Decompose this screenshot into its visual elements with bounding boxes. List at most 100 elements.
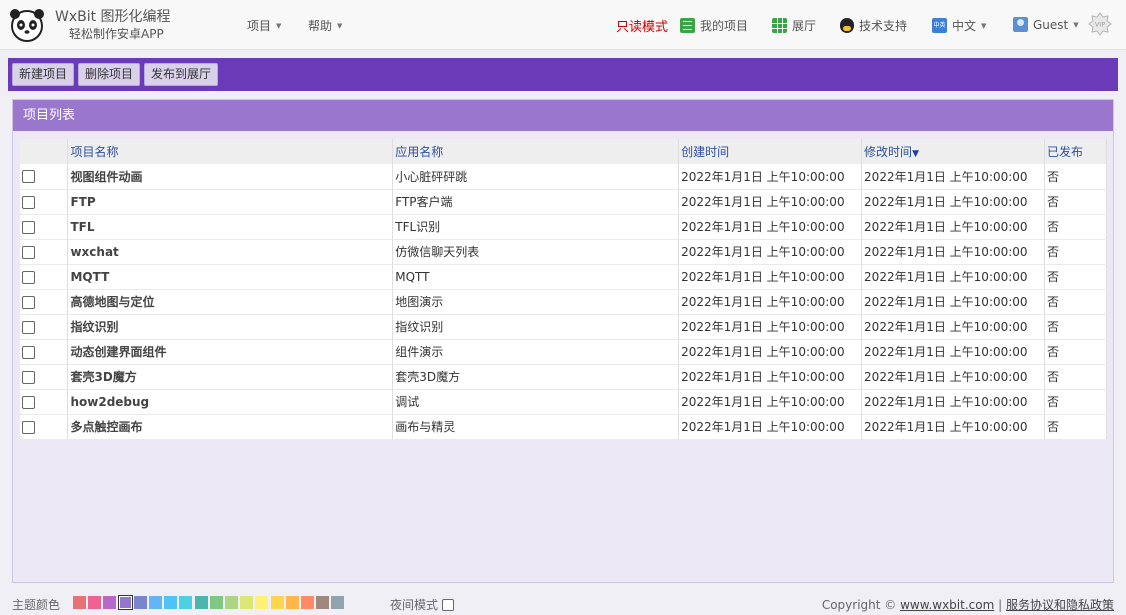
site-link[interactable]: www.wxbit.com (900, 598, 994, 612)
project-name-cell[interactable]: 多点触控画布 (67, 414, 394, 440)
row-checkbox[interactable] (22, 320, 35, 334)
brand-title: WxBit 图形化编程 (55, 9, 171, 25)
user-label: Guest (1033, 17, 1069, 32)
app-name-cell: 组件演示 (392, 339, 680, 365)
night-mode-toggle[interactable]: 夜间模式 (390, 596, 455, 613)
nav-my-projects[interactable]: 我的项目 (680, 17, 748, 34)
theme-swatch[interactable] (179, 596, 193, 609)
table-row[interactable]: 多点触控画布 画布与精灵 2022年1月1日 上午10:00:00 2022年1月1日… (20, 414, 1107, 440)
column-header-created[interactable]: 创建时间 (678, 139, 863, 164)
nav-support[interactable]: 技术支持 (840, 17, 907, 34)
modified-cell: 2022年1月1日 上午10:00:00 (861, 414, 1046, 440)
column-header-label: 修改时间 (864, 145, 913, 159)
row-checkbox[interactable] (22, 220, 35, 234)
theme-swatch[interactable] (149, 596, 162, 609)
row-checkbox[interactable] (22, 170, 35, 184)
theme-swatch[interactable] (117, 595, 133, 610)
published-cell: 否 (1044, 264, 1107, 290)
row-checkbox[interactable] (22, 370, 35, 384)
row-checkbox[interactable] (22, 195, 35, 209)
list-icon (680, 18, 695, 33)
modified-cell: 2022年1月1日 上午10:00:00 (861, 164, 1046, 190)
delete-project-button[interactable]: 删除项目 (78, 63, 141, 86)
project-name-cell[interactable]: 指纹识别 (67, 314, 394, 340)
app-name-cell: 套壳3D魔方 (392, 364, 680, 390)
theme-swatch[interactable] (194, 596, 208, 609)
table-row[interactable]: 动态创建界面组件 组件演示 2022年1月1日 上午10:00:00 2022年1月1… (20, 339, 1107, 365)
table-row[interactable]: TFL TFL识别 2022年1月1日 上午10:00:00 2022年1月1日 上午… (20, 214, 1107, 240)
theme-swatch[interactable] (301, 596, 314, 609)
project-name-cell[interactable]: 套壳3D魔方 (67, 364, 394, 390)
project-name-cell[interactable]: FTP (67, 189, 394, 215)
caret-down-icon: ▼ (337, 21, 343, 30)
theme-swatch[interactable] (73, 596, 86, 609)
modified-cell: 2022年1月1日 上午10:00:00 (861, 364, 1046, 390)
publish-to-gallery-button[interactable]: 发布到展厅 (144, 63, 219, 86)
nav-user[interactable]: Guest ▼ (1013, 17, 1079, 32)
column-header-label: 应用名称 (395, 145, 444, 159)
created-cell: 2022年1月1日 上午10:00:00 (678, 389, 863, 415)
column-header-project-name[interactable]: 项目名称 (67, 139, 394, 164)
table-row[interactable]: 视图组件动画 小心脏砰砰跳 2022年1月1日 上午10:00:00 2022年1月1… (20, 164, 1107, 190)
theme-swatch[interactable] (103, 596, 117, 609)
table-row[interactable]: how2debug 调试 2022年1月1日 上午10:00:00 2022年1月1日… (20, 389, 1107, 415)
nav-help-menu[interactable]: 帮助 ▼ (308, 17, 342, 34)
nav-project-label: 项目 (247, 19, 272, 33)
terms-link[interactable]: 服务协议和隐私政策 (1006, 598, 1114, 612)
project-name-cell[interactable]: TFL (67, 214, 394, 240)
row-checkbox[interactable] (22, 395, 35, 409)
project-name-cell[interactable]: how2debug (67, 389, 394, 415)
nav-project-menu[interactable]: 项目 ▼ (247, 17, 281, 34)
new-project-button[interactable]: 新建项目 (12, 63, 75, 86)
theme-swatch[interactable] (270, 596, 284, 609)
vip-badge-icon[interactable]: VIP (1088, 12, 1112, 36)
table-row[interactable]: wxchat 仿微信聊天列表 2022年1月1日 上午10:00:00 2022年1月… (20, 239, 1107, 265)
nav-gallery[interactable]: 展厅 (772, 17, 816, 34)
published-cell: 否 (1044, 289, 1107, 315)
row-checkbox[interactable] (22, 295, 35, 309)
nav-help-label: 帮助 (308, 19, 333, 33)
panda-logo-icon[interactable] (8, 6, 46, 44)
table-row[interactable]: 高德地图与定位 地图演示 2022年1月1日 上午10:00:00 2022年1月1日… (20, 289, 1107, 315)
row-checkbox[interactable] (22, 270, 35, 284)
theme-swatch[interactable] (255, 596, 269, 609)
table-row[interactable]: FTP FTP客户端 2022年1月1日 上午10:00:00 2022年1月1日 上… (20, 189, 1107, 215)
project-table: 项目名称 应用名称 创建时间 修改时间▼ 已发布 视图组件动画 小心脏砰砰跳 202… (20, 139, 1107, 440)
theme-swatch[interactable] (225, 596, 238, 609)
modified-cell: 2022年1月1日 上午10:00:00 (861, 264, 1046, 290)
project-name-cell[interactable]: wxchat (67, 239, 394, 265)
project-name-cell[interactable]: 动态创建界面组件 (67, 339, 394, 365)
project-name-cell[interactable]: MQTT (67, 264, 394, 290)
row-checkbox[interactable] (22, 345, 35, 359)
modified-cell: 2022年1月1日 上午10:00:00 (861, 239, 1046, 265)
table-row[interactable]: MQTT MQTT 2022年1月1日 上午10:00:00 2022年1月1日 上午… (20, 264, 1107, 290)
table-row[interactable]: 指纹识别 指纹识别 2022年1月1日 上午10:00:00 2022年1月1日 上午… (20, 314, 1107, 340)
modified-cell: 2022年1月1日 上午10:00:00 (861, 339, 1046, 365)
modified-cell: 2022年1月1日 上午10:00:00 (861, 289, 1046, 315)
theme-swatch[interactable] (331, 596, 345, 609)
created-cell: 2022年1月1日 上午10:00:00 (678, 189, 863, 215)
grid-icon (772, 18, 787, 33)
column-header-app-name[interactable]: 应用名称 (392, 139, 680, 164)
night-mode-checkbox[interactable] (442, 598, 455, 611)
theme-swatch[interactable] (316, 596, 330, 609)
app-name-cell: 调试 (392, 389, 680, 415)
theme-swatch[interactable] (88, 596, 102, 609)
column-header-published[interactable]: 已发布 (1044, 139, 1107, 164)
row-checkbox[interactable] (22, 245, 35, 259)
project-name-cell[interactable]: 视图组件动画 (67, 164, 394, 190)
created-cell: 2022年1月1日 上午10:00:00 (678, 214, 863, 240)
theme-swatch[interactable] (285, 596, 299, 609)
modified-cell: 2022年1月1日 上午10:00:00 (861, 389, 1046, 415)
nav-language[interactable]: 中英 中文 ▼ (932, 17, 986, 34)
theme-swatch[interactable] (164, 596, 178, 609)
theme-swatch[interactable] (209, 596, 223, 609)
theme-swatch[interactable] (133, 596, 147, 609)
brand[interactable]: WxBit 图形化编程 轻松制作安卓APP (55, 8, 171, 42)
theme-swatch[interactable] (240, 596, 254, 609)
row-checkbox[interactable] (22, 420, 35, 434)
column-header-modified[interactable]: 修改时间▼ (861, 139, 1046, 164)
table-row[interactable]: 套壳3D魔方 套壳3D魔方 2022年1月1日 上午10:00:00 2022年1月1… (20, 364, 1107, 390)
modified-cell: 2022年1月1日 上午10:00:00 (861, 314, 1046, 340)
project-name-cell[interactable]: 高德地图与定位 (67, 289, 394, 315)
